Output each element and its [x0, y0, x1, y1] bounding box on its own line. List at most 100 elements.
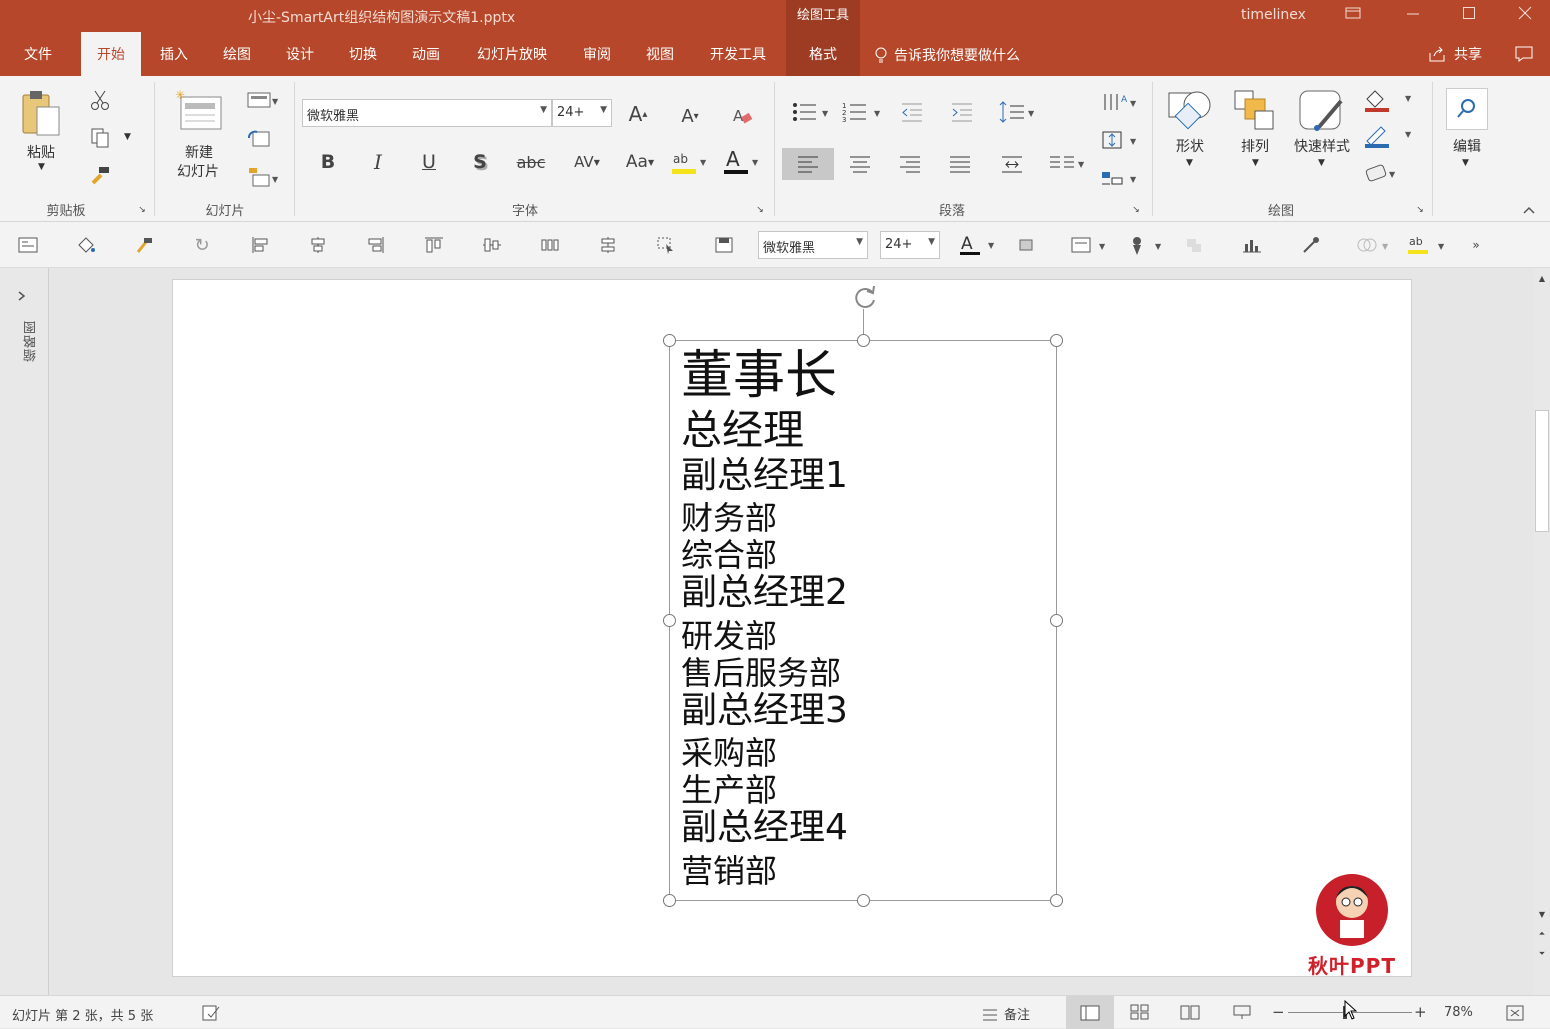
- text-direction-icon[interactable]: A ▼: [1100, 88, 1140, 116]
- eyedropper-icon[interactable]: [1298, 233, 1322, 257]
- resize-handle-bottom-right[interactable]: [1050, 894, 1063, 907]
- clipboard-launcher-icon[interactable]: ↘: [136, 204, 148, 216]
- line-spacing-icon[interactable]: ▼: [998, 98, 1038, 126]
- font-color-icon[interactable]: A ▼: [722, 146, 762, 178]
- font-launcher-icon[interactable]: ↘: [754, 204, 766, 216]
- arrange-button[interactable]: 排列: [1230, 136, 1280, 156]
- maximize-icon[interactable]: [1446, 0, 1492, 32]
- align-right-icon[interactable]: [896, 150, 924, 178]
- cut-icon[interactable]: [88, 88, 112, 112]
- ribbon-display-icon[interactable]: [1330, 0, 1376, 32]
- slideshow-icon[interactable]: [1230, 1001, 1254, 1023]
- numbering-icon[interactable]: 1 2 3 ▼: [842, 98, 886, 126]
- align-middle-icon[interactable]: [480, 233, 504, 257]
- reading-view-icon[interactable]: [1178, 1001, 1202, 1023]
- bullets-icon[interactable]: ▼: [790, 98, 834, 126]
- distribute-horizontal-icon[interactable]: [538, 233, 562, 257]
- arrange-icon[interactable]: [1230, 86, 1280, 136]
- convert-smartart-icon[interactable]: ▼: [1100, 164, 1140, 192]
- vertical-scrollbar[interactable]: ▲ ▼ ⏶ ⏷: [1534, 268, 1550, 995]
- tab-animations[interactable]: 动画: [397, 32, 455, 76]
- search-icon[interactable]: [1446, 88, 1488, 130]
- next-slide-icon[interactable]: ⏷: [1536, 948, 1548, 960]
- grow-font-icon[interactable]: A ▴: [624, 100, 652, 128]
- quick-styles-icon[interactable]: [1296, 86, 1348, 136]
- collapse-ribbon-icon[interactable]: [1520, 202, 1538, 218]
- tab-view[interactable]: 视图: [631, 32, 689, 76]
- zoom-in-icon[interactable]: +: [1414, 1003, 1427, 1021]
- tab-design[interactable]: 设计: [271, 32, 329, 76]
- comments-icon[interactable]: [1514, 45, 1534, 67]
- new-slide-label-1[interactable]: 新建: [172, 142, 226, 162]
- paste-dropdown-icon[interactable]: ▼: [38, 162, 45, 172]
- qat-font-color-icon[interactable]: A ▼: [956, 231, 998, 259]
- italic-icon[interactable]: I: [364, 148, 392, 176]
- tab-draw[interactable]: 绘图: [208, 32, 266, 76]
- paragraph-launcher-icon[interactable]: ↘: [1130, 204, 1142, 216]
- group-objects-icon[interactable]: [1182, 233, 1206, 257]
- align-center-icon[interactable]: [846, 150, 874, 178]
- text-highlight-icon[interactable]: ab ▼: [1406, 231, 1450, 259]
- tab-file[interactable]: 文件: [8, 32, 68, 76]
- copy-icon[interactable]: [88, 126, 112, 150]
- align-left-objects-icon[interactable]: [248, 233, 272, 257]
- text-fill-icon[interactable]: ▼: [1068, 231, 1112, 259]
- font-family-combo[interactable]: 微软雅黑 ▼: [302, 99, 552, 127]
- merge-shapes-icon[interactable]: ▼: [1354, 231, 1394, 259]
- font-size-combo[interactable]: 24+ ▼: [552, 99, 612, 127]
- align-text-icon[interactable]: ▼: [1100, 126, 1140, 154]
- format-painter-icon[interactable]: [88, 164, 112, 188]
- distributed-icon[interactable]: [998, 150, 1026, 178]
- qat-font-size-combo[interactable]: 24+ ▼: [880, 231, 940, 259]
- tell-me-box[interactable]: 告诉我你想要做什么: [874, 45, 1020, 65]
- layout-icon[interactable]: ▼: [246, 88, 280, 112]
- tab-review[interactable]: 审阅: [568, 32, 626, 76]
- reset-icon[interactable]: [246, 126, 272, 152]
- align-right-objects-icon[interactable]: [364, 233, 388, 257]
- shadow-icon[interactable]: S: [466, 148, 494, 176]
- user-name[interactable]: timelinex: [1241, 7, 1306, 23]
- quick-styles-button[interactable]: 快速样式: [1286, 136, 1358, 156]
- change-case-icon[interactable]: Aa ▼: [620, 148, 660, 176]
- tab-transitions[interactable]: 切换: [334, 32, 392, 76]
- select-objects-icon[interactable]: [654, 233, 678, 257]
- thumbnail-pane-label[interactable]: 缩略图: [22, 320, 42, 362]
- touch-mode-icon[interactable]: ▼: [1124, 231, 1168, 259]
- scroll-thumb[interactable]: [1535, 410, 1549, 532]
- fill-bucket-icon[interactable]: [74, 233, 98, 257]
- crop-icon[interactable]: [1014, 233, 1038, 257]
- shape-outline-icon[interactable]: ▼: [1362, 122, 1414, 150]
- decrease-indent-icon[interactable]: [898, 98, 926, 126]
- shrink-font-icon[interactable]: A ▾: [676, 102, 704, 130]
- tab-format[interactable]: 格式: [786, 32, 860, 76]
- distribute-vertical-icon[interactable]: [596, 233, 620, 257]
- edit-button[interactable]: 编辑: [1440, 136, 1494, 156]
- resize-handle-bottom[interactable]: [857, 894, 870, 907]
- resize-handle-top-left[interactable]: [663, 334, 676, 347]
- zoom-level[interactable]: 78%: [1444, 1005, 1473, 1020]
- section-icon[interactable]: ▼: [246, 164, 280, 190]
- zoom-out-icon[interactable]: −: [1272, 1003, 1285, 1021]
- shapes-button[interactable]: 形状: [1164, 136, 1216, 156]
- copy-dropdown-icon[interactable]: ▼: [124, 132, 131, 142]
- more-tools-icon[interactable]: »: [1466, 233, 1486, 257]
- resize-handle-right[interactable]: [1050, 614, 1063, 627]
- text-box-icon[interactable]: [16, 233, 40, 257]
- rotate-icon[interactable]: ↻: [190, 233, 214, 257]
- character-spacing-icon[interactable]: AV ▼: [566, 148, 608, 176]
- normal-view-icon[interactable]: [1066, 996, 1114, 1029]
- scroll-down-icon[interactable]: ▼: [1536, 908, 1548, 920]
- align-center-objects-icon[interactable]: [306, 233, 330, 257]
- paste-button[interactable]: 粘贴: [18, 142, 64, 162]
- new-slide-icon[interactable]: ✳: [174, 86, 224, 136]
- minimize-icon[interactable]: [1390, 0, 1436, 32]
- align-left-icon[interactable]: [782, 148, 834, 180]
- brush-icon[interactable]: [132, 233, 156, 257]
- chevron-down-icon[interactable]: ▼: [1252, 158, 1259, 168]
- resize-handle-top-right[interactable]: [1050, 334, 1063, 347]
- qat-font-family-combo[interactable]: 微软雅黑 ▼: [758, 231, 868, 259]
- chevron-down-icon[interactable]: ▼: [1318, 158, 1325, 168]
- columns-icon[interactable]: ▼: [1048, 150, 1088, 178]
- justify-icon[interactable]: [946, 150, 974, 178]
- increase-indent-icon[interactable]: [948, 98, 976, 126]
